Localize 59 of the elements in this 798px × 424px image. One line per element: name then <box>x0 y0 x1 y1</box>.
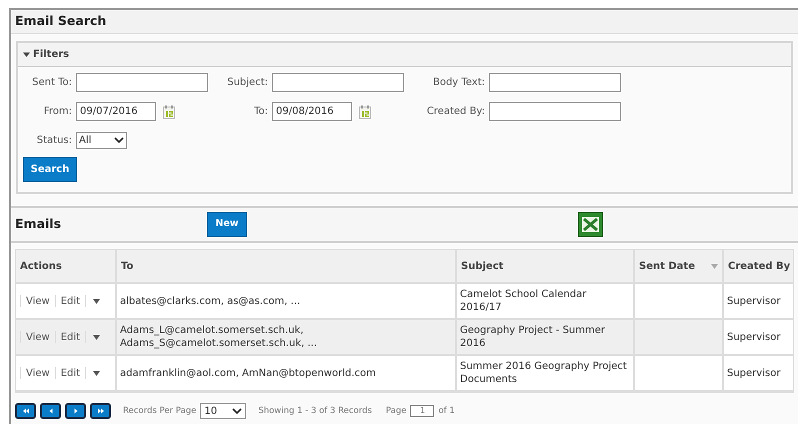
table-cell: Camelot School Calendar 2016/17 <box>460 289 586 313</box>
field-label: From: <box>42 105 72 119</box>
field-label: Status: <box>36 134 72 148</box>
chevron-down-icon[interactable] <box>232 408 242 414</box>
table-cell-text: Adams_L@camelot.somerset.sch.uk, <box>120 324 305 337</box>
page-title: Email Search <box>15 12 106 30</box>
text-field[interactable] <box>489 73 621 92</box>
table-cell-text: albates@clarks.com, as@as.com, ... <box>120 294 302 308</box>
dropdown-caret-icon[interactable] <box>93 298 100 304</box>
field-label: Created By: <box>426 105 485 119</box>
section-title: Emails <box>14 215 62 234</box>
page-label: Page <box>386 404 406 418</box>
search-button[interactable]: Search <box>23 157 77 182</box>
action-link[interactable]: View <box>21 330 55 344</box>
status-dropdown[interactable]: All <box>76 132 127 149</box>
field-label: Sent To: <box>31 76 72 90</box>
table-cell: Supervisor <box>727 332 780 342</box>
next-page-button[interactable] <box>65 403 86 419</box>
table-cell: Supervisor <box>727 368 780 378</box>
previous-page-button[interactable] <box>40 403 61 419</box>
table-cell-text: adamfranklin@aol.com, AmNan@btopenworld.com <box>120 366 377 380</box>
field-label: Subject: <box>226 76 268 90</box>
spreadsheet-export-icon[interactable] <box>578 212 603 237</box>
table-cell: Geography Project - Summer 2016 <box>460 325 605 349</box>
calendar-icon[interactable] <box>359 104 371 118</box>
text-field[interactable] <box>489 102 621 121</box>
page-count: of 1 <box>438 404 455 418</box>
text-field[interactable] <box>76 73 208 92</box>
text-field[interactable] <box>272 73 404 92</box>
dropdown-caret-icon[interactable] <box>93 370 100 376</box>
dropdown-caret-icon[interactable] <box>93 334 100 340</box>
collapse-caret-icon[interactable] <box>23 51 30 58</box>
per-page-dropdown[interactable]: 10 <box>200 403 246 419</box>
action-link[interactable]: Edit <box>56 330 86 344</box>
table-cell: Summer 2016 Geography Project Documents <box>460 361 627 385</box>
date-field[interactable]: 09/08/2016 <box>272 102 352 121</box>
action-link[interactable]: Edit <box>56 366 86 380</box>
calendar-icon[interactable] <box>163 104 175 118</box>
action-link[interactable]: Edit <box>56 294 86 308</box>
column-header[interactable]: Created By <box>728 258 790 274</box>
filters-title[interactable]: Filters <box>33 47 70 62</box>
date-field[interactable]: 09/07/2016 <box>76 102 156 121</box>
table-cell: Supervisor <box>727 296 780 306</box>
column-header[interactable]: To <box>121 258 134 274</box>
column-header[interactable]: Sent Date <box>639 258 695 274</box>
new-button[interactable]: New <box>207 212 247 237</box>
page-number-field[interactable]: 1 <box>410 405 434 417</box>
records-per-page-label: Records Per Page <box>123 404 196 418</box>
action-link[interactable]: View <box>21 294 55 308</box>
column-header[interactable]: Subject <box>461 258 504 274</box>
action-link[interactable]: View <box>21 366 55 380</box>
last-page-button[interactable] <box>90 403 111 419</box>
first-page-button[interactable] <box>15 403 36 419</box>
column-header[interactable]: Actions <box>20 258 62 274</box>
table-cell-text: Adams_S@camelot.somerset.sch.uk, ... <box>120 337 318 350</box>
records-summary: Showing 1 - 3 of 3 Records <box>258 404 372 418</box>
field-label: To: <box>253 105 268 119</box>
chevron-down-icon[interactable] <box>114 137 124 144</box>
field-label: Body Text: <box>432 76 485 90</box>
